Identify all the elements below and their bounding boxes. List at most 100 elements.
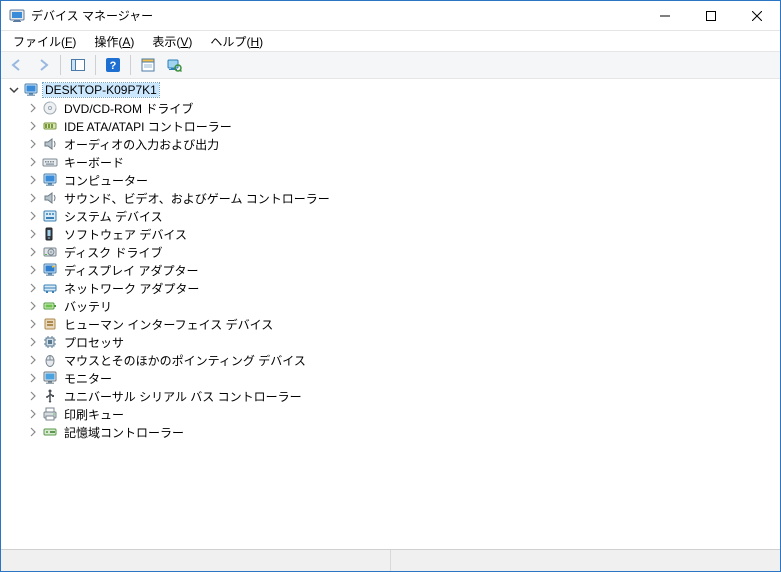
expander-icon[interactable] — [26, 281, 40, 295]
tree-node-label: DESKTOP-K09P7K1 — [43, 83, 159, 97]
expander-icon[interactable] — [26, 407, 40, 421]
svg-text:?: ? — [110, 60, 117, 72]
speaker-icon — [42, 136, 58, 152]
app-icon — [9, 8, 25, 24]
tree-node-label: オーディオの入力および出力 — [62, 136, 221, 153]
toolbar-separator — [95, 55, 96, 75]
expander-icon[interactable] — [26, 425, 40, 439]
expander-icon[interactable] — [7, 83, 21, 97]
system-icon — [42, 208, 58, 224]
tree-node[interactable]: キーボード — [1, 153, 780, 171]
tree-node-label: ディスク ドライブ — [62, 244, 165, 261]
keyboard-icon — [42, 154, 58, 170]
tree-node-label: ディスプレイ アダプター — [62, 262, 201, 279]
expander-icon[interactable] — [26, 353, 40, 367]
tree-node[interactable]: バッテリ — [1, 297, 780, 315]
tree-node[interactable]: コンピューター — [1, 171, 780, 189]
usb-icon — [42, 388, 58, 404]
tree-node-label: ヒューマン インターフェイス デバイス — [62, 316, 275, 333]
menu-help[interactable]: ヘルプ(H) — [202, 32, 271, 51]
window-title: デバイス マネージャー — [31, 7, 153, 24]
tree-node-label: DVD/CD-ROM ドライブ — [62, 100, 195, 117]
tree-node-label: コンピューター — [62, 172, 150, 189]
tree-node-label: キーボード — [62, 154, 126, 171]
menu-action[interactable]: 操作(A) — [86, 32, 142, 51]
tree-node[interactable]: 印刷キュー — [1, 405, 780, 423]
tree-node-label: モニター — [62, 370, 114, 387]
tree-node[interactable]: モニター — [1, 369, 780, 387]
ide-icon — [42, 118, 58, 134]
expander-icon[interactable] — [26, 209, 40, 223]
monitor-icon — [42, 370, 58, 386]
status-bar — [1, 549, 780, 571]
tree-node[interactable]: ネットワーク アダプター — [1, 279, 780, 297]
software-icon — [42, 226, 58, 242]
show-hide-tree-button[interactable] — [66, 54, 90, 76]
expander-icon[interactable] — [26, 317, 40, 331]
forward-button[interactable] — [31, 54, 55, 76]
expander-icon[interactable] — [26, 137, 40, 151]
expander-icon[interactable] — [26, 335, 40, 349]
tree-node-label: サウンド、ビデオ、およびゲーム コントローラー — [62, 190, 332, 207]
tree-node[interactable]: ユニバーサル シリアル バス コントローラー — [1, 387, 780, 405]
expander-icon[interactable] — [26, 101, 40, 115]
close-button[interactable] — [734, 1, 780, 30]
tree-node[interactable]: オーディオの入力および出力 — [1, 135, 780, 153]
expander-icon[interactable] — [26, 227, 40, 241]
toolbar-separator — [60, 55, 61, 75]
tree-node[interactable]: マウスとそのほかのポインティング デバイス — [1, 351, 780, 369]
tree-node[interactable]: システム デバイス — [1, 207, 780, 225]
expander-icon[interactable] — [26, 173, 40, 187]
expander-icon[interactable] — [26, 119, 40, 133]
tree-node[interactable]: DVD/CD-ROM ドライブ — [1, 99, 780, 117]
computer-icon — [23, 82, 39, 98]
tree-node-label: マウスとそのほかのポインティング デバイス — [62, 352, 308, 369]
disc-icon — [42, 100, 58, 116]
tree-node-label: ソフトウェア デバイス — [62, 226, 189, 243]
menu-bar: ファイル(F) 操作(A) 表示(V) ヘルプ(H) — [1, 31, 780, 51]
expander-icon[interactable] — [26, 245, 40, 259]
tree-node[interactable]: IDE ATA/ATAPI コントローラー — [1, 117, 780, 135]
minimize-button[interactable] — [642, 1, 688, 30]
tree-node-label: システム デバイス — [62, 208, 165, 225]
tree-node[interactable]: ソフトウェア デバイス — [1, 225, 780, 243]
scan-hardware-button[interactable] — [162, 54, 186, 76]
expander-icon[interactable] — [26, 299, 40, 313]
tree-node-label: ネットワーク アダプター — [62, 280, 201, 297]
expander-icon[interactable] — [26, 263, 40, 277]
menu-view[interactable]: 表示(V) — [144, 32, 200, 51]
menu-file[interactable]: ファイル(F) — [5, 32, 84, 51]
maximize-button[interactable] — [688, 1, 734, 30]
tree-node-label: バッテリ — [62, 298, 114, 315]
expander-icon[interactable] — [26, 155, 40, 169]
tree-node[interactable]: ヒューマン インターフェイス デバイス — [1, 315, 780, 333]
tree-node-label: プロセッサ — [62, 334, 126, 351]
computer-icon — [42, 172, 58, 188]
expander-icon[interactable] — [26, 191, 40, 205]
network-icon — [42, 280, 58, 296]
battery-icon — [42, 298, 58, 314]
tree-node[interactable]: サウンド、ビデオ、およびゲーム コントローラー — [1, 189, 780, 207]
processor-icon — [42, 334, 58, 350]
tree-node-label: 記憶域コントローラー — [62, 424, 186, 441]
properties-button[interactable] — [136, 54, 160, 76]
help-button[interactable]: ? — [101, 54, 125, 76]
printer-icon — [42, 406, 58, 422]
tree-node-label: ユニバーサル シリアル バス コントローラー — [62, 388, 304, 405]
tree-root-node[interactable]: DESKTOP-K09P7K1 — [1, 81, 780, 99]
tree-node[interactable]: ディスプレイ アダプター — [1, 261, 780, 279]
toolbar-separator — [130, 55, 131, 75]
display-icon — [42, 262, 58, 278]
expander-icon[interactable] — [26, 389, 40, 403]
tree-node[interactable]: 記憶域コントローラー — [1, 423, 780, 441]
expander-icon[interactable] — [26, 371, 40, 385]
back-button[interactable] — [5, 54, 29, 76]
tree-node[interactable]: プロセッサ — [1, 333, 780, 351]
hid-icon — [42, 316, 58, 332]
storage-icon — [42, 424, 58, 440]
tree-node-label: IDE ATA/ATAPI コントローラー — [62, 118, 234, 135]
tree-node[interactable]: ディスク ドライブ — [1, 243, 780, 261]
device-tree[interactable]: DESKTOP-K09P7K1 DVD/CD-ROM ドライブ IDE ATA/… — [1, 79, 780, 549]
title-bar: デバイス マネージャー — [1, 1, 780, 31]
speaker-icon — [42, 190, 58, 206]
